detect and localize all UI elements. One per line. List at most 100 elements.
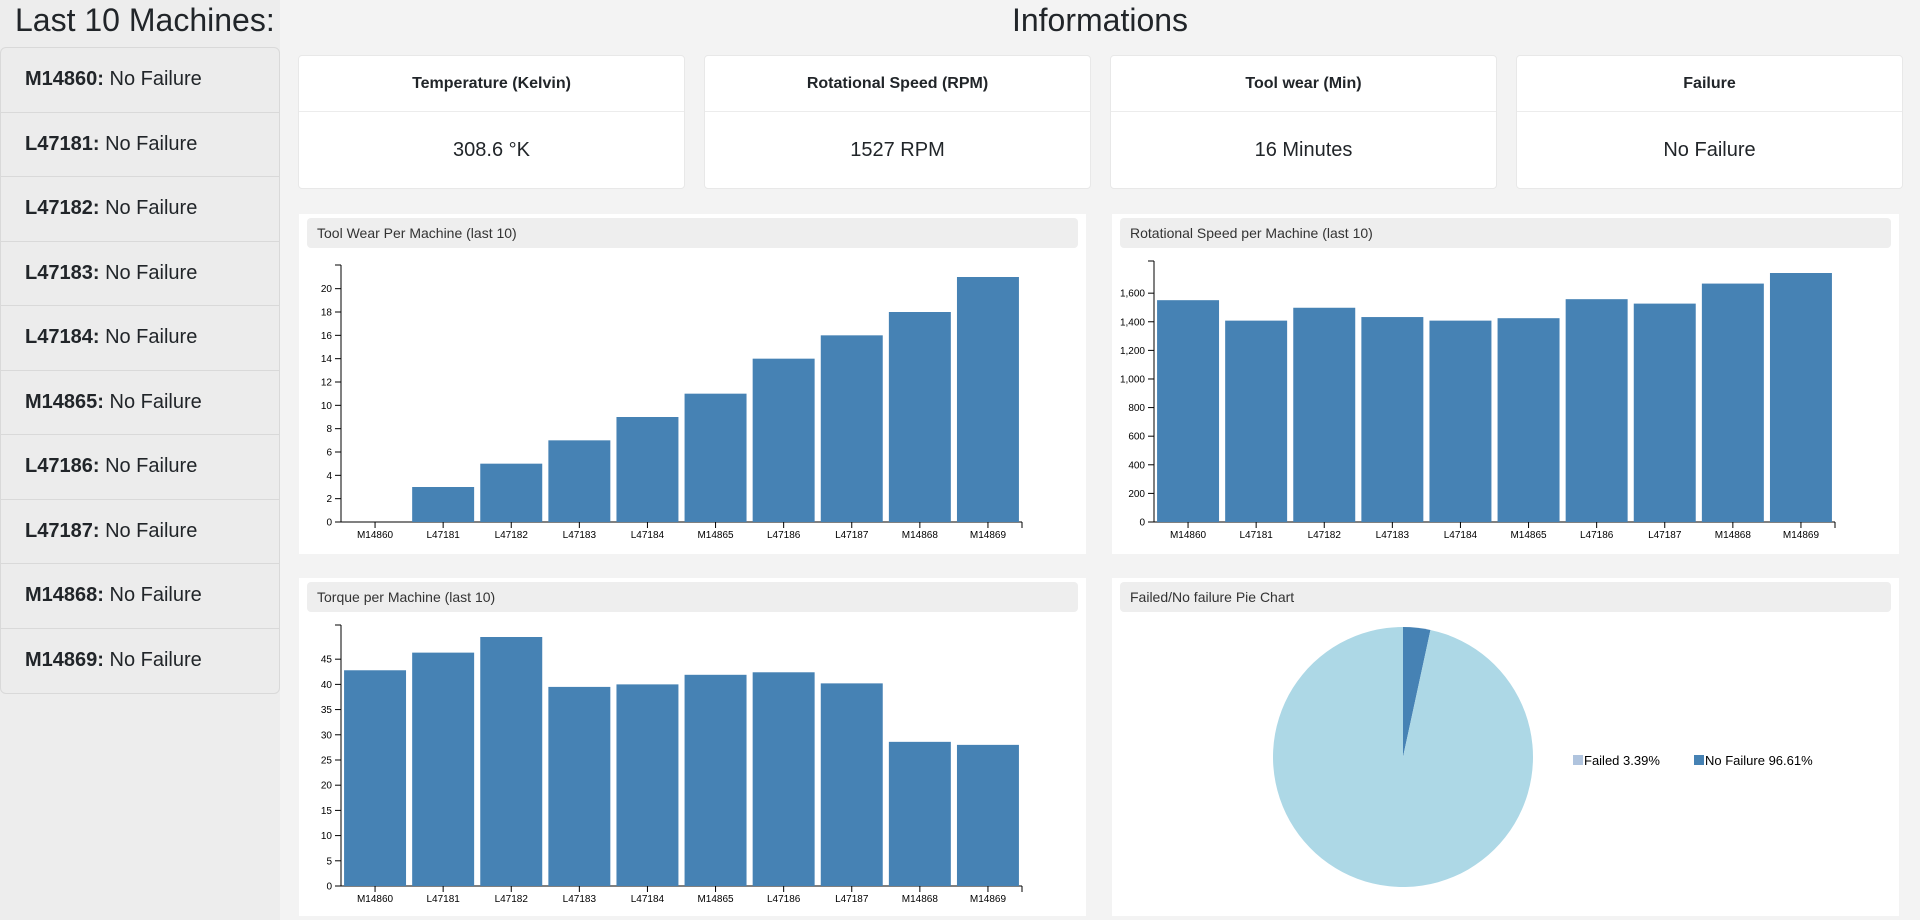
machine-status: No Failure [105, 455, 198, 478]
machine-item-m14865[interactable]: M14865: No Failure [1, 371, 279, 435]
rotational-speed-panel: 0 200 400 600 800 1,000 1,200 1,400 1,600 M14860 L… [1112, 214, 1899, 554]
machine-id: M14860: [25, 68, 104, 91]
y-tick-label: 400 [1128, 460, 1145, 471]
x-tick-label: L47183 [1376, 530, 1410, 541]
x-tick-label: M14868 [1715, 530, 1752, 541]
y-tick-label: 1,600 [1120, 289, 1145, 300]
machine-status: No Failure [105, 519, 198, 542]
y-tick-label: 8 [326, 424, 332, 435]
x-tick-label: M14869 [970, 894, 1007, 905]
machine-id: L47181: [25, 132, 100, 155]
y-tick-label: 1,000 [1120, 374, 1145, 385]
machine-id: M14869: [25, 649, 104, 672]
card-value: 1527 RPM [850, 138, 945, 161]
x-tick-label: L47181 [426, 894, 460, 905]
card-header: Tool wear (Min) [1111, 56, 1496, 112]
torque-panel: 0 5 10 15 20 25 30 35 40 45 M14860 L47181 L47182 L471… [299, 578, 1086, 916]
machine-id: M14868: [25, 584, 104, 607]
x-tick-label: L47184 [631, 894, 665, 905]
machine-item-l47186[interactable]: L47186: No Failure [1, 435, 279, 500]
y-tick-label: 200 [1128, 489, 1145, 500]
bar-m14869 [1769, 273, 1832, 522]
y-tick-label: 12 [321, 378, 333, 389]
x-tick-label: L47187 [1648, 530, 1682, 541]
x-tick-label: L47186 [767, 894, 801, 905]
bar-l47187 [820, 335, 883, 522]
x-tick-label: L47186 [1580, 530, 1614, 541]
x-tick-label: L47181 [1239, 530, 1273, 541]
y-tick-label: 16 [321, 331, 333, 342]
bar-m14869 [956, 277, 1019, 522]
bar-m14868 [888, 741, 951, 886]
legend-label-no-failure: No Failure 96.61% [1705, 753, 1813, 768]
y-tick-label: 4 [326, 471, 332, 482]
machine-id: L47183: [25, 261, 100, 284]
y-tick-label: 6 [326, 448, 332, 459]
bar-l47182 [480, 463, 543, 522]
machine-id: L47187: [25, 519, 100, 542]
legend-swatch-failed [1573, 755, 1583, 765]
bar-m14868 [1701, 283, 1764, 522]
bar-l47184 [1429, 320, 1492, 522]
machine-item-l47181[interactable]: L47181: No Failure [1, 113, 279, 177]
y-tick-label: 20 [321, 781, 333, 792]
y-tick-label: 18 [321, 308, 333, 319]
machine-item-m14868[interactable]: M14868: No Failure [1, 564, 279, 629]
y-tick-label: 0 [1139, 518, 1145, 529]
y-tick-label: 20 [321, 284, 333, 295]
x-tick-label: M14860 [357, 530, 394, 541]
x-tick-label: L47184 [1444, 530, 1478, 541]
bar-m14869 [956, 744, 1019, 886]
machine-sidebar: Last 10 Machines: M14860: No Failure L47… [0, 0, 280, 920]
y-tick-label: 45 [321, 655, 333, 666]
y-tick-label: 0 [326, 882, 332, 893]
machine-list: M14860: No Failure L47181: No Failure L4… [0, 47, 280, 694]
machine-status: No Failure [105, 261, 198, 284]
machine-item-l47187[interactable]: L47187: No Failure [1, 500, 279, 564]
y-tick-label: 30 [321, 730, 333, 741]
y-tick-label: 1,200 [1120, 346, 1145, 357]
card-value: 308.6 °K [453, 138, 530, 161]
tool-wear-chart: 0 2 4 6 8 10 12 14 16 18 20 M14860 L47181 L47182 L4718… [321, 264, 1023, 541]
machine-id: L47184: [25, 326, 100, 349]
y-tick-label: 25 [321, 755, 333, 766]
panel-header: Failed/No failure Pie Chart [1120, 582, 1891, 612]
x-tick-label: L47182 [495, 530, 529, 541]
bar-m14860 [344, 670, 407, 886]
bar-l47181 [412, 487, 475, 522]
bar-l47186 [752, 672, 815, 886]
bar-m14868 [888, 312, 951, 522]
bar-l47183 [548, 686, 611, 886]
panel-header: Tool Wear Per Machine (last 10) [307, 218, 1078, 248]
machine-item-l47184[interactable]: L47184: No Failure [1, 306, 279, 371]
x-tick-label: M14868 [902, 530, 939, 541]
card-value: 16 Minutes [1254, 138, 1353, 161]
y-tick-label: 0 [326, 518, 332, 529]
bar-l47187 [820, 683, 883, 886]
x-tick-label: L47182 [1308, 530, 1342, 541]
y-tick-label: 600 [1128, 432, 1145, 443]
card-header: Rotational Speed (RPM) [705, 56, 1090, 112]
machine-id: L47182: [25, 197, 100, 220]
y-tick-label: 2 [326, 494, 332, 505]
bar-l47186 [1565, 299, 1628, 522]
machine-item-l47182[interactable]: L47182: No Failure [1, 177, 279, 242]
machine-id: L47186: [25, 455, 100, 478]
y-tick-label: 15 [321, 806, 333, 817]
y-tick-label: 10 [321, 831, 333, 842]
bar-l47181 [1225, 320, 1288, 522]
machine-item-m14860[interactable]: M14860: No Failure [1, 48, 279, 113]
bar-m14860 [1157, 300, 1220, 522]
machine-status: No Failure [105, 132, 198, 155]
x-tick-label: M14860 [1170, 530, 1207, 541]
bar-m14865 [684, 674, 747, 886]
bar-l47182 [480, 637, 543, 886]
y-tick-label: 10 [321, 401, 333, 412]
bar-l47186 [752, 358, 815, 522]
y-tick-label: 5 [326, 856, 332, 867]
machine-item-m14869[interactable]: M14869: No Failure [1, 629, 279, 694]
bar-l47183 [1361, 317, 1424, 522]
x-tick-label: M14868 [902, 894, 939, 905]
machine-item-l47183[interactable]: L47183: No Failure [1, 242, 279, 306]
bar-l47183 [548, 440, 611, 522]
